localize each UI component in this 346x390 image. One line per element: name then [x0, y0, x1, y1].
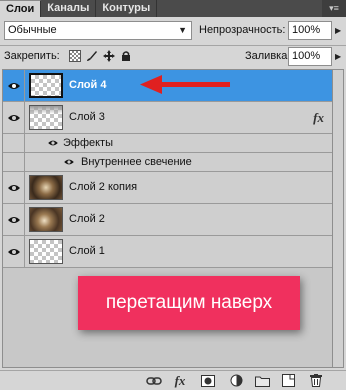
fill-label: Заливка: [245, 50, 291, 62]
fx-icon[interactable]: fx [172, 373, 188, 388]
visibility-eye-icon[interactable] [3, 172, 25, 203]
lock-fill-row: Закрепить: Заливка: 100% ▶ [0, 46, 346, 68]
opacity-label: Непрозрачность: [199, 24, 286, 36]
tab-paths[interactable]: Контуры [96, 0, 158, 17]
layer-thumbnail [29, 175, 63, 200]
layer-name: Слой 3 [69, 111, 105, 123]
visibility-eye-icon[interactable] [63, 156, 75, 168]
visibility-eye-icon[interactable] [3, 236, 25, 267]
visibility-eye-icon[interactable] [3, 70, 25, 101]
lock-transparency-icon[interactable] [69, 50, 81, 62]
lock-move-icon[interactable] [103, 50, 115, 62]
layer-name: Слой 1 [69, 245, 105, 257]
blend-mode-select[interactable]: Обычные ▼ [4, 21, 192, 40]
layer-thumbnail [29, 207, 63, 232]
layer-row[interactable]: Слой 2 копия [3, 172, 332, 204]
layers-toolbar: fx [0, 370, 346, 390]
fill-arrow-icon[interactable]: ▶ [335, 47, 341, 66]
folder-icon[interactable] [254, 373, 270, 388]
trash-icon[interactable] [308, 373, 324, 388]
visibility-eye-icon[interactable] [3, 204, 25, 235]
layer-name: Слой 2 копия [69, 181, 138, 193]
eye-column [3, 153, 25, 171]
layer-list-scrollbar[interactable] [332, 69, 344, 368]
blend-mode-value: Обычные [8, 24, 57, 36]
effects-label: Эффекты [63, 137, 114, 149]
effect-item-label: Внутреннее свечение [81, 156, 192, 168]
blend-opacity-row: Обычные ▼ Непрозрачность: 100% ▶ [0, 18, 346, 44]
adjustment-icon[interactable] [228, 373, 244, 388]
lock-brush-icon[interactable] [86, 50, 98, 62]
opacity-arrow-icon[interactable]: ▶ [335, 21, 341, 40]
layer-thumbnail [29, 239, 63, 264]
layer-row[interactable]: Слой 1 [3, 236, 332, 268]
opacity-value: 100% [292, 24, 321, 36]
layer-name: Слой 4 [69, 79, 107, 91]
layer-row[interactable]: Слой 2 [3, 204, 332, 236]
annotation-label: перетащим наверх [78, 276, 300, 330]
fill-input[interactable]: 100% [288, 47, 332, 66]
eye-column [3, 134, 25, 152]
panel-menu-icon[interactable]: ▾≡ [322, 0, 346, 17]
layer-thumbnail [29, 73, 63, 98]
opacity-input[interactable]: 100% [288, 21, 332, 40]
fx-icon[interactable]: fx [313, 102, 324, 133]
lock-all-icon[interactable] [120, 50, 132, 62]
chevron-down-icon: ▼ [178, 25, 187, 35]
layer-name: Слой 2 [69, 213, 105, 225]
visibility-eye-icon[interactable] [47, 137, 59, 149]
tab-channels[interactable]: Каналы [41, 0, 97, 17]
link-icon[interactable] [146, 373, 162, 388]
effect-item-row[interactable]: Внутреннее свечение [3, 153, 332, 172]
layer-row[interactable]: Слой 3 fx [3, 102, 332, 134]
fill-value: 100% [292, 50, 321, 62]
effects-row[interactable]: Эффекты [3, 134, 332, 153]
visibility-eye-icon[interactable] [3, 102, 25, 133]
red-arrow-icon [140, 75, 230, 94]
lock-label: Закрепить: [4, 50, 60, 62]
new-layer-icon[interactable] [280, 373, 296, 388]
panel-tab-bar: Слои Каналы Контуры ▾≡ [0, 0, 346, 17]
layer-thumbnail [29, 105, 63, 130]
mask-icon[interactable] [200, 373, 216, 388]
tab-layers[interactable]: Слои [0, 0, 42, 17]
